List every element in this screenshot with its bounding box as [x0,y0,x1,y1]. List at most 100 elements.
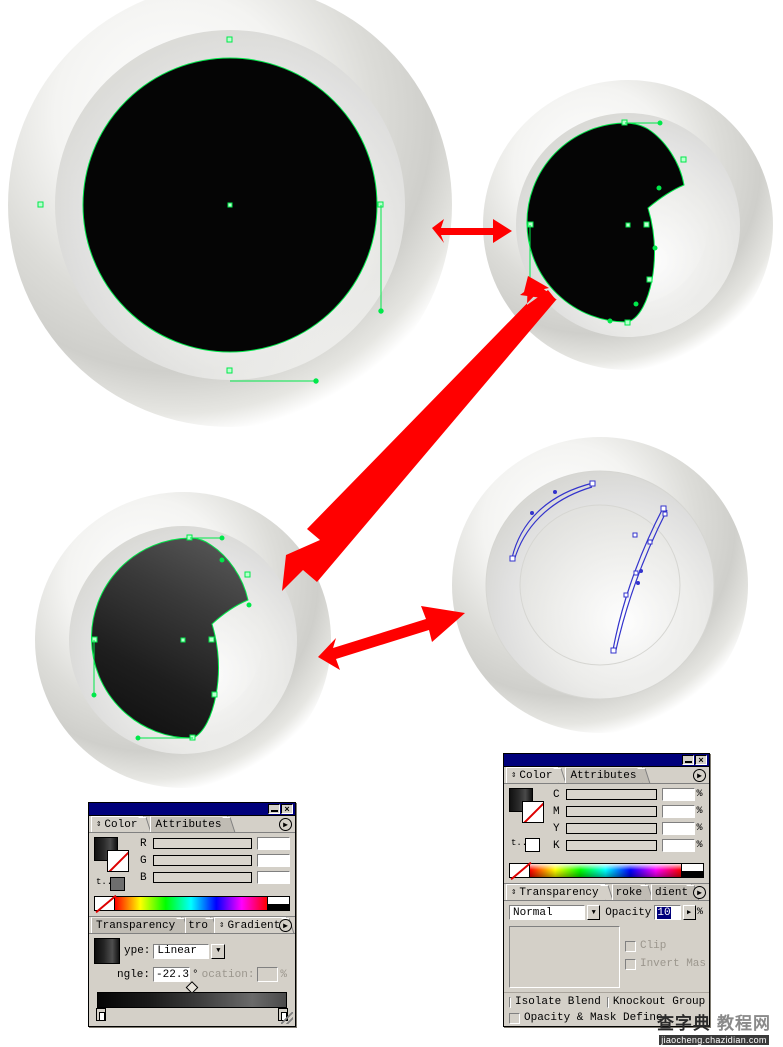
gradient-angle-value: -22.3 [156,968,190,981]
right-color-tabstrip[interactable]: ⇕ Color Attributes ▶ [504,767,709,784]
opacity-mask-define-checkbox[interactable] [509,1012,520,1024]
channel-row-g[interactable]: G [140,854,290,867]
stroke-swatch[interactable] [107,850,129,872]
last-color-swatch[interactable] [525,838,540,852]
chevron-down-icon[interactable]: ▼ [587,905,601,920]
channel-label-r: R [140,837,147,850]
channel-row-y[interactable]: Y % [553,822,704,835]
channel-slider-k[interactable] [566,840,657,851]
gradient-stops[interactable] [96,1008,288,1022]
stroke-swatch[interactable] [522,801,544,823]
opacity-mask-thumbnail[interactable] [509,926,620,988]
channel-value-y[interactable] [662,822,695,835]
channel-value-c[interactable] [662,788,695,801]
channel-value-k[interactable] [662,839,695,852]
channel-row-b[interactable]: B [140,871,290,884]
gradient-angle-input[interactable]: -22.3 [153,967,191,982]
tab-color[interactable]: ⇕ Color [91,816,153,832]
tab-transparency-label: Transparency [96,919,176,932]
left-color-body: t.. R G B [89,833,295,894]
clip-row[interactable]: Clip [624,940,709,952]
left-panel-close-button[interactable]: × [281,804,293,814]
gradient-type-select[interactable]: Linear [153,943,210,959]
gradient-tabstrip[interactable]: Transparency tro ⇕ Gradient ▶ [89,917,295,934]
channel-value-r[interactable] [257,837,290,850]
opacity-stepper-button[interactable]: ▶ [682,905,696,920]
left-panel-group[interactable]: × ⇕ Color Attributes ▶ t.. R G B Transpa… [88,802,296,1027]
transparency-tabstrip[interactable]: ⇕ Transparency roke dient ▶ [504,884,709,901]
white-black-swatches[interactable] [681,864,703,877]
opacity-unit: % [696,907,703,918]
opacity-input[interactable]: 10 [654,905,681,920]
fill-stroke-swatches[interactable]: t.. [509,788,549,854]
chevron-down-icon[interactable]: ▼ [211,943,226,959]
channel-slider-b[interactable] [153,872,252,883]
blend-mode-select[interactable]: Normal [509,905,586,920]
last-color-swatch[interactable] [110,877,125,891]
channel-unit-k: % [696,840,703,851]
gradient-stop-start[interactable] [96,1008,106,1021]
gradient-preview-thumb[interactable] [94,938,120,964]
knockout-group-checkbox[interactable] [606,996,609,1008]
none-color-swatch[interactable] [95,894,117,914]
isolate-blend-checkbox[interactable] [509,996,511,1008]
clip-checkbox[interactable] [624,940,636,952]
spectrum-gradient[interactable] [115,897,267,910]
tab-gradient[interactable]: ⇕ Gradient [214,917,295,933]
channel-slider-g[interactable] [153,855,252,866]
left-gradient-subpanel: Transparency tro ⇕ Gradient ▶ ype: Linea… [89,916,295,1026]
right-color-body: t.. C % M % Y % K % [504,784,709,861]
right-panel-group[interactable]: × ⇕ Color Attributes ▶ t.. C % M % Y % K… [503,753,710,1027]
tab-stroke-label: roke [615,886,643,899]
channel-row-r[interactable]: R [140,837,290,850]
isolate-knockout-row: Isolate Blend Knockout Group [509,996,705,1008]
channel-value-m[interactable] [662,805,695,818]
spectrum-gradient[interactable] [530,864,681,877]
channel-slider-m[interactable] [566,806,657,817]
tab-transparency[interactable]: ⇕ Transparency [506,884,614,900]
channel-row-k[interactable]: K % [553,839,704,852]
tab-gradient-label: dient [655,886,689,899]
tab-gradient-partial[interactable]: dient [651,884,700,900]
resize-grip-icon[interactable] [281,1012,293,1024]
tab-stroke-partial[interactable]: tro [185,917,219,933]
channel-row-m[interactable]: M % [553,805,704,818]
fill-stroke-swatches[interactable]: t.. [94,837,134,891]
blend-options: Isolate Blend Knockout Group Opacity & M… [504,992,709,1026]
opacity-value: 10 [657,906,671,919]
channel-value-b[interactable] [257,871,290,884]
channel-slider-r[interactable] [153,838,252,849]
channel-row-c[interactable]: C % [553,788,704,801]
gradient-menu-icon[interactable]: ▶ [279,919,292,932]
invert-mask-checkbox[interactable] [624,958,636,970]
gradient-location-label: ocation: [201,968,255,981]
none-color-swatch[interactable] [510,861,532,881]
isolate-blend-label: Isolate Blend [515,996,601,1008]
right-panel-minimize-button[interactable] [682,755,694,765]
invert-mask-row[interactable]: Invert Mas [624,958,709,970]
tab-attributes[interactable]: Attributes [150,816,237,832]
tab-color[interactable]: ⇕ Color [506,767,568,783]
gradient-ramp-bar[interactable] [97,992,287,1008]
grip-icon: ⇕ [96,819,102,829]
left-panel-minimize-button[interactable] [268,804,280,814]
tab-stroke-partial[interactable]: roke [611,884,654,900]
right-panel-close-button[interactable]: × [695,755,707,765]
channel-slider-c[interactable] [566,789,657,800]
color-spectrum-ramp[interactable] [94,894,290,914]
channel-value-g[interactable] [257,854,290,867]
transparency-menu-icon[interactable]: ▶ [693,886,706,899]
white-black-swatches[interactable] [267,897,289,910]
gradient-location-input[interactable] [257,967,279,982]
none-slash-icon [108,851,128,871]
right-color-menu-icon[interactable]: ▶ [693,769,706,782]
left-color-menu-icon[interactable]: ▶ [279,818,292,831]
gradient-slider-area[interactable] [89,981,295,1026]
channel-slider-y[interactable] [566,823,657,834]
left-panel-titlebar[interactable]: × [89,803,295,816]
right-panel-titlebar[interactable]: × [504,754,709,767]
tab-transparency[interactable]: Transparency [91,917,190,933]
left-color-tabstrip[interactable]: ⇕ Color Attributes ▶ [89,816,295,833]
color-spectrum-ramp[interactable] [509,861,704,881]
tab-attributes[interactable]: Attributes [565,767,652,783]
